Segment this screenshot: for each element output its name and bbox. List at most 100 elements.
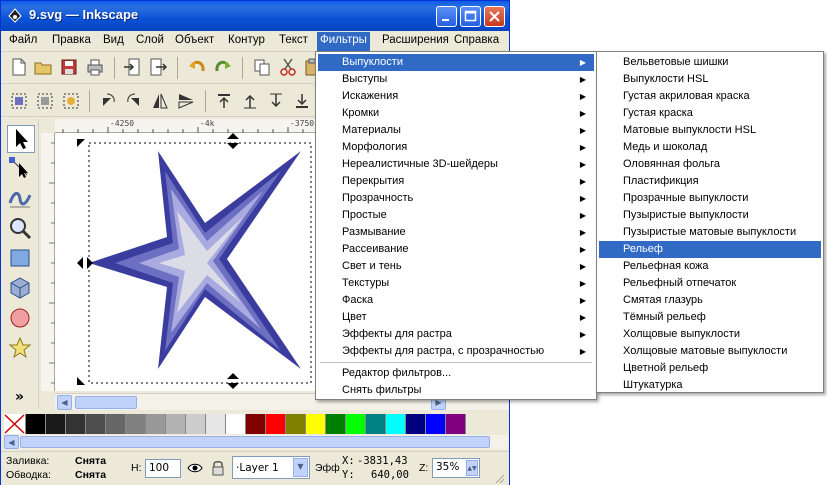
submenu-item-relief-highlighted[interactable]: Рельеф bbox=[599, 241, 821, 258]
menu-filters[interactable]: Фильтры bbox=[317, 32, 370, 51]
redo-icon[interactable] bbox=[214, 58, 232, 76]
palette-swatch[interactable] bbox=[126, 414, 146, 434]
submenu-item[interactable]: Штукатурка bbox=[599, 377, 821, 394]
palette-swatch[interactable] bbox=[286, 414, 306, 434]
more-tools-chevron-icon[interactable]: » bbox=[15, 389, 24, 405]
palette-swatch[interactable] bbox=[366, 414, 386, 434]
title-bar[interactable]: 9.svg — Inkscape bbox=[1, 1, 509, 31]
save-icon[interactable] bbox=[60, 58, 78, 76]
menu-text[interactable]: Текст bbox=[279, 34, 308, 46]
node-tool[interactable] bbox=[7, 155, 35, 183]
copy-icon[interactable] bbox=[253, 58, 271, 76]
rectangle-tool[interactable] bbox=[7, 245, 35, 273]
3d-box-tool[interactable] bbox=[7, 275, 35, 303]
palette-swatch[interactable] bbox=[426, 414, 446, 434]
palette-swatch[interactable] bbox=[326, 414, 346, 434]
menu-file[interactable]: Файл bbox=[9, 34, 37, 46]
palette-swatch[interactable] bbox=[266, 414, 286, 434]
rotate-cw-icon[interactable] bbox=[125, 92, 143, 110]
selector-tool[interactable] bbox=[7, 125, 35, 153]
palette-swatch[interactable] bbox=[446, 414, 466, 434]
submenu-item[interactable]: Густая акриловая краска bbox=[599, 88, 821, 105]
maximize-button[interactable] bbox=[460, 6, 481, 27]
filters-menu-item[interactable]: Нереалистичные 3D-шейдеры ▶ bbox=[318, 156, 594, 173]
resize-handle-left[interactable] bbox=[77, 257, 93, 269]
zoom-tool[interactable] bbox=[7, 215, 35, 243]
opacity-input[interactable]: 100 bbox=[145, 459, 181, 478]
print-icon[interactable] bbox=[86, 58, 104, 76]
palette-swatch[interactable] bbox=[46, 414, 66, 434]
palette-scrollbar[interactable]: ◀ bbox=[4, 435, 509, 449]
deselect-icon[interactable] bbox=[62, 92, 80, 110]
filters-menu-item[interactable]: Цвет ▶ bbox=[318, 309, 594, 326]
menu-layer[interactable]: Слой bbox=[136, 34, 164, 46]
submenu-item[interactable]: Оловянная фольга bbox=[599, 156, 821, 173]
submenu-item[interactable]: Холщовые матовые выпуклости bbox=[599, 343, 821, 360]
tweak-tool[interactable] bbox=[7, 185, 35, 213]
drawing-canvas[interactable] bbox=[55, 133, 317, 391]
select-all-icon[interactable] bbox=[10, 92, 28, 110]
filters-menu-item[interactable]: Эффекты для растра, с прозрачностью ▶ bbox=[318, 343, 594, 360]
close-button[interactable] bbox=[484, 6, 505, 27]
resize-handle-bottom[interactable] bbox=[227, 373, 239, 389]
filters-menu-item[interactable]: Размывание ▶ bbox=[318, 224, 594, 241]
raise-icon[interactable] bbox=[241, 92, 259, 110]
raise-to-top-icon[interactable] bbox=[215, 92, 233, 110]
filters-menu-item[interactable]: Рассеивание ▶ bbox=[318, 241, 594, 258]
filters-menu-item[interactable]: Эффекты для растра ▶ bbox=[318, 326, 594, 343]
submenu-item[interactable]: Медь и шоколад bbox=[599, 139, 821, 156]
select-all-layers-icon[interactable] bbox=[36, 92, 54, 110]
import-icon[interactable] bbox=[123, 58, 141, 76]
filters-menu-item[interactable]: Искажения ▶ bbox=[318, 88, 594, 105]
submenu-item[interactable]: Прозрачные выпуклости bbox=[599, 190, 821, 207]
star-drawing[interactable] bbox=[55, 133, 317, 391]
ellipse-tool[interactable] bbox=[7, 305, 35, 333]
filters-menu-item[interactable]: Кромки ▶ bbox=[318, 105, 594, 122]
menu-object[interactable]: Объект bbox=[175, 34, 214, 46]
flip-vertical-icon[interactable] bbox=[177, 92, 195, 110]
submenu-item[interactable]: Пластификция bbox=[599, 173, 821, 190]
filter-editor-item[interactable]: Редактор фильтров... bbox=[318, 365, 594, 382]
layer-dropdown[interactable]: ·Layer 1 ▼ bbox=[232, 456, 310, 479]
submenu-item[interactable]: Тёмный рельеф bbox=[599, 309, 821, 326]
scroll-left-icon[interactable]: ◀ bbox=[4, 435, 19, 449]
palette-swatch[interactable] bbox=[406, 414, 426, 434]
palette-swatch[interactable] bbox=[306, 414, 326, 434]
palette-swatch[interactable] bbox=[86, 414, 106, 434]
filters-menu-item[interactable]: Простые ▶ bbox=[318, 207, 594, 224]
new-document-icon[interactable] bbox=[10, 58, 28, 76]
submenu-item[interactable]: Густая краска bbox=[599, 105, 821, 122]
menu-help[interactable]: Справка bbox=[454, 34, 499, 46]
filters-menu-item[interactable]: Морфология ▶ bbox=[318, 139, 594, 156]
filters-menu-item[interactable]: Текстуры ▶ bbox=[318, 275, 594, 292]
palette-scroll-thumb[interactable] bbox=[20, 436, 490, 448]
zoom-spinner-icon[interactable]: ▲▼ bbox=[466, 460, 478, 476]
scrollbar-thumb[interactable] bbox=[75, 396, 137, 409]
palette-swatch[interactable] bbox=[146, 414, 166, 434]
palette-swatch[interactable] bbox=[226, 414, 246, 434]
submenu-item[interactable]: Рельефная кожа bbox=[599, 258, 821, 275]
lock-icon[interactable] bbox=[211, 460, 225, 476]
palette-swatch[interactable] bbox=[386, 414, 406, 434]
filters-menu-item[interactable]: Перекрытия ▶ bbox=[318, 173, 594, 190]
export-icon[interactable] bbox=[149, 58, 167, 76]
eye-visibility-icon[interactable] bbox=[187, 461, 203, 475]
filters-menu-item[interactable]: Свет и тень ▶ bbox=[318, 258, 594, 275]
resize-handle-bl[interactable] bbox=[77, 377, 85, 385]
rotate-ccw-icon[interactable] bbox=[99, 92, 117, 110]
open-icon[interactable] bbox=[34, 58, 52, 76]
dropdown-chevron-icon[interactable]: ▼ bbox=[293, 458, 308, 477]
menu-extensions[interactable]: Расширения bbox=[382, 34, 449, 46]
palette-swatch[interactable] bbox=[206, 414, 226, 434]
undo-icon[interactable] bbox=[188, 58, 206, 76]
menu-path[interactable]: Контур bbox=[228, 34, 265, 46]
filters-menu-item[interactable]: Выступы ▶ bbox=[318, 71, 594, 88]
submenu-item[interactable]: Матовые выпуклости HSL bbox=[599, 122, 821, 139]
submenu-item[interactable]: Выпуклости HSL bbox=[599, 71, 821, 88]
remove-filters-item[interactable]: Снять фильтры bbox=[318, 382, 594, 399]
cut-icon[interactable] bbox=[279, 58, 297, 76]
menu-view[interactable]: Вид bbox=[103, 34, 124, 46]
palette-swatch[interactable] bbox=[106, 414, 126, 434]
palette-swatch[interactable] bbox=[186, 414, 206, 434]
fill-value[interactable]: Снята bbox=[75, 455, 106, 467]
